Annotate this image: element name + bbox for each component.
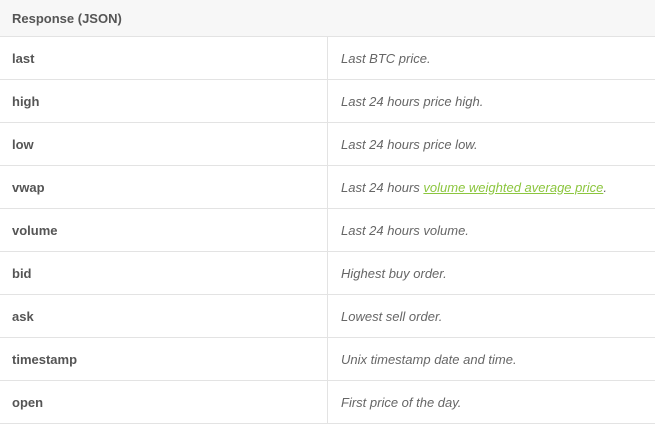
table-row: bid Highest buy order. bbox=[0, 252, 655, 295]
table-header-row: Response (JSON) bbox=[0, 0, 655, 37]
field-description: Last 24 hours price low. bbox=[328, 123, 655, 166]
field-description: Unix timestamp date and time. bbox=[328, 338, 655, 381]
field-name: open bbox=[0, 381, 328, 424]
field-description: Lowest sell order. bbox=[328, 295, 655, 338]
table-row: high Last 24 hours price high. bbox=[0, 80, 655, 123]
field-description: Last 24 hours price high. bbox=[328, 80, 655, 123]
table-title: Response (JSON) bbox=[0, 0, 655, 37]
field-name: low bbox=[0, 123, 328, 166]
description-text: Last 24 hours bbox=[341, 180, 423, 195]
field-description: Last 24 hours volume weighted average pr… bbox=[328, 166, 655, 209]
field-name: ask bbox=[0, 295, 328, 338]
table-row: timestamp Unix timestamp date and time. bbox=[0, 338, 655, 381]
field-description: Last BTC price. bbox=[328, 37, 655, 80]
table-row: low Last 24 hours price low. bbox=[0, 123, 655, 166]
table-row: open First price of the day. bbox=[0, 381, 655, 424]
field-name: last bbox=[0, 37, 328, 80]
table-row: last Last BTC price. bbox=[0, 37, 655, 80]
field-name: high bbox=[0, 80, 328, 123]
description-text: . bbox=[603, 180, 607, 195]
vwap-link[interactable]: volume weighted average price bbox=[423, 180, 603, 195]
field-description: Highest buy order. bbox=[328, 252, 655, 295]
table-row: volume Last 24 hours volume. bbox=[0, 209, 655, 252]
field-name: timestamp bbox=[0, 338, 328, 381]
field-description: First price of the day. bbox=[328, 381, 655, 424]
field-name: vwap bbox=[0, 166, 328, 209]
response-table: Response (JSON) last Last BTC price. hig… bbox=[0, 0, 655, 424]
field-name: volume bbox=[0, 209, 328, 252]
table-row: ask Lowest sell order. bbox=[0, 295, 655, 338]
field-name: bid bbox=[0, 252, 328, 295]
field-description: Last 24 hours volume. bbox=[328, 209, 655, 252]
table-row: vwap Last 24 hours volume weighted avera… bbox=[0, 166, 655, 209]
